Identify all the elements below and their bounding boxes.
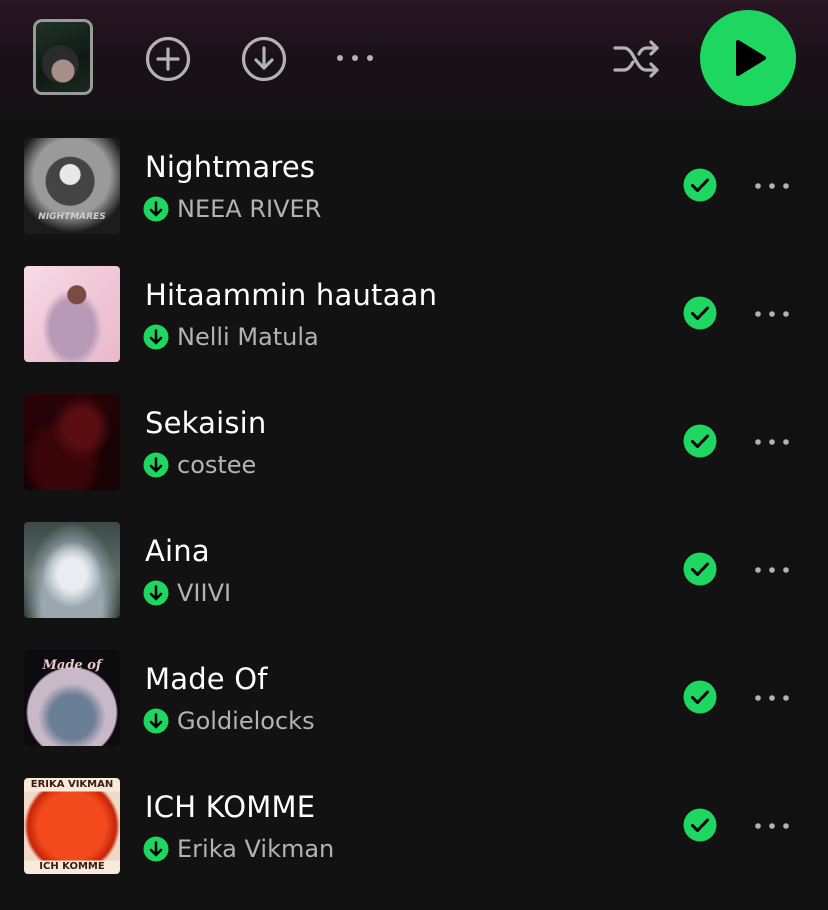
artist-line: VIIVI — [143, 578, 231, 608]
album-cover: ERIKA VIKMAN ICH KOMME — [24, 778, 120, 874]
more-horizontal-icon — [755, 439, 789, 445]
track-artist: Erika Vikman — [177, 835, 335, 863]
play-icon — [736, 40, 766, 76]
track-more-options-button[interactable] — [750, 814, 794, 838]
track-title: Aina — [145, 534, 210, 568]
downloaded-icon — [143, 452, 169, 478]
track-title: Sekaisin — [145, 406, 267, 440]
track-title: Nightmares — [145, 150, 316, 184]
added-check-icon[interactable] — [683, 424, 717, 458]
album-cover — [24, 394, 120, 490]
album-cover — [24, 522, 120, 618]
track-more-options-button[interactable] — [750, 174, 794, 198]
play-button[interactable] — [700, 10, 796, 106]
track-artist: VIIVI — [177, 579, 232, 607]
more-horizontal-icon — [755, 695, 789, 701]
track-row[interactable]: Aina VIIVI — [0, 506, 828, 634]
artist-line: Nelli Matula — [143, 322, 319, 352]
downloaded-icon — [143, 708, 169, 734]
track-more-options-button[interactable] — [750, 302, 794, 326]
added-check-icon[interactable] — [683, 680, 717, 714]
track-title: ICH KOMME — [145, 790, 316, 824]
added-check-icon[interactable] — [683, 808, 717, 842]
downloaded-icon — [143, 836, 169, 862]
download-circle-icon — [241, 36, 287, 82]
track-row[interactable]: Made of Made Of Goldielocks — [0, 634, 828, 762]
more-horizontal-icon — [755, 183, 789, 189]
track-row[interactable]: ERIKA VIKMAN ICH KOMME ICH KOMME Erika V… — [0, 762, 828, 890]
track-title: Made Of — [145, 662, 268, 696]
track-row[interactable]: NIGHTMARES Nightmares NEEA RIVER — [0, 122, 828, 250]
artist-line: NEEA RIVER — [143, 194, 321, 224]
track-row[interactable]: Sekaisin costee — [0, 378, 828, 506]
artist-line: costee — [143, 450, 256, 480]
album-cover: NIGHTMARES — [24, 138, 120, 234]
downloaded-icon — [143, 324, 169, 350]
added-check-icon[interactable] — [683, 296, 717, 330]
track-more-options-button[interactable] — [750, 430, 794, 454]
track-more-options-button[interactable] — [750, 558, 794, 582]
added-check-icon[interactable] — [683, 552, 717, 586]
cover-art-title: NIGHTMARES — [38, 212, 106, 222]
added-check-icon[interactable] — [683, 168, 717, 202]
track-artist: NEEA RIVER — [177, 195, 322, 223]
plus-circle-icon — [145, 36, 191, 82]
track-artist: Goldielocks — [177, 707, 315, 735]
more-horizontal-icon — [337, 55, 373, 61]
artist-line: Erika Vikman — [143, 834, 334, 864]
playlist-cover-thumbnail[interactable] — [33, 19, 93, 95]
downloaded-icon — [143, 196, 169, 222]
track-row[interactable]: Hitaammin hautaan Nelli Matula — [0, 250, 828, 378]
track-title: Hitaammin hautaan — [145, 278, 438, 312]
artist-line: Goldielocks — [143, 706, 315, 736]
more-horizontal-icon — [755, 567, 789, 573]
more-horizontal-icon — [755, 823, 789, 829]
cover-art-title: ERIKA VIKMAN — [30, 779, 114, 790]
cover-art-subtitle: ICH KOMME — [39, 861, 105, 872]
album-cover — [24, 266, 120, 362]
track-artist: Nelli Matula — [177, 323, 319, 351]
playlist-more-options-button[interactable] — [334, 36, 378, 80]
playlist-toolbar — [0, 0, 828, 118]
track-artist: costee — [177, 451, 257, 479]
add-to-library-button[interactable] — [145, 36, 191, 82]
album-cover: Made of — [24, 650, 120, 746]
download-button[interactable] — [241, 36, 287, 82]
shuffle-icon — [613, 40, 659, 78]
track-more-options-button[interactable] — [750, 686, 794, 710]
more-horizontal-icon — [755, 311, 789, 317]
downloaded-icon — [143, 580, 169, 606]
shuffle-button[interactable] — [612, 36, 662, 82]
cover-art-title: Made of — [42, 658, 102, 673]
